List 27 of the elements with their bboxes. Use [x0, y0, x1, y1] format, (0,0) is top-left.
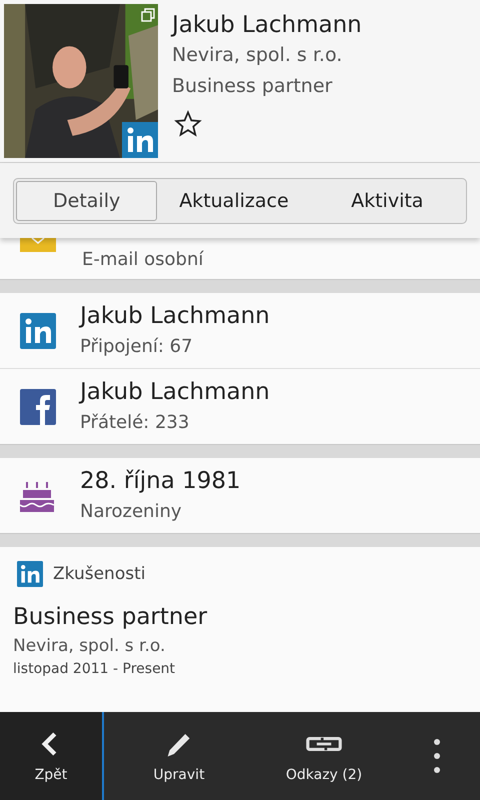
company-name: Nevira, spol. s r.o.	[13, 635, 166, 658]
job-title: Business partner	[172, 74, 332, 99]
edit-button[interactable]: Upravit	[104, 712, 254, 800]
account-detail: Připojení: 67	[80, 335, 194, 359]
windows-icon	[141, 8, 155, 22]
linkedin-icon	[17, 561, 43, 587]
account-name: Jakub Lachmann	[80, 378, 270, 407]
company-name: Nevira, spol. s r.o.	[172, 43, 342, 68]
email-label: E-mail osobní	[82, 248, 204, 272]
tab[interactable]: Aktualizace	[157, 180, 311, 220]
linkedin-icon	[122, 122, 158, 158]
birthday-label: Narozeniny	[80, 500, 183, 524]
star-icon[interactable]	[174, 110, 202, 138]
more-icon	[433, 738, 441, 774]
position-title: Business partner	[13, 603, 208, 632]
back-button[interactable]: Zpět	[0, 712, 104, 800]
tab[interactable]: Aktivita	[310, 180, 464, 220]
linkedin-icon	[20, 312, 56, 348]
tab[interactable]: Detaily	[16, 180, 158, 220]
links-button[interactable]: Odkazy (2)	[254, 712, 394, 800]
facebook-icon	[20, 388, 56, 424]
contact-name: Jakub Lachmann	[172, 11, 362, 40]
section-heading: Zkušenosti	[53, 564, 146, 584]
employment-period: listopad 2011 - Present	[13, 660, 176, 679]
account-detail: Přátelé: 233	[80, 411, 190, 435]
birthday-date: 28. října 1981	[80, 467, 241, 496]
account-name: Jakub Lachmann	[80, 302, 270, 331]
